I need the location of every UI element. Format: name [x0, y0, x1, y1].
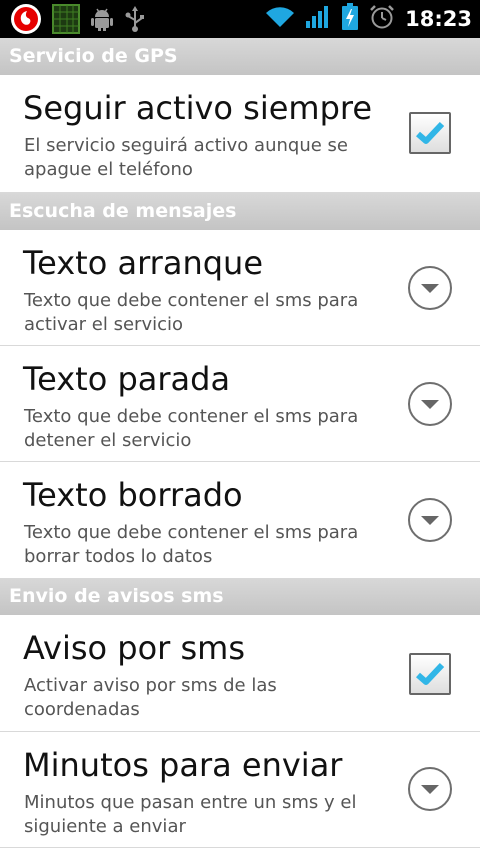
pref-title: Texto parada [23, 360, 231, 398]
section-header-mensajes: Escucha de mensajes [0, 193, 480, 230]
pref-texto-parada[interactable]: Texto parada Texto que debe contener el … [0, 346, 480, 462]
chevron-down-icon [421, 400, 439, 409]
pref-title: Texto borrado [23, 476, 243, 514]
checkmark-icon [416, 121, 445, 144]
chevron-down-icon [421, 284, 439, 293]
alarm-icon [369, 4, 395, 34]
pref-summary: Texto que debe contener el sms para acti… [24, 290, 359, 335]
pref-title: Aviso por sms [23, 629, 245, 667]
android-icon [90, 6, 114, 36]
pref-aviso-sms[interactable]: Aviso por sms Activar aviso por sms de l… [0, 615, 480, 732]
cell-signal-icon [305, 5, 331, 33]
pref-minutos-enviar[interactable]: Minutos para enviar Minutos que pasan en… [0, 732, 480, 848]
usb-icon [124, 5, 146, 37]
minutos-enviar-dropdown[interactable] [408, 767, 452, 811]
pref-summary: Activar aviso por sms de las coordenadas [24, 675, 277, 720]
chevron-down-icon [421, 785, 439, 794]
pref-summary: El servicio seguirá activo aunque se apa… [24, 135, 348, 180]
wifi-icon [265, 5, 295, 33]
aviso-sms-checkbox[interactable] [409, 653, 451, 695]
pref-texto-arranque[interactable]: Texto arranque Texto que debe contener e… [0, 230, 480, 346]
texto-borrado-dropdown[interactable] [408, 498, 452, 542]
pref-summary: Minutos que pasan entre un sms y el sigu… [24, 792, 357, 837]
status-bar: 18:23 [0, 0, 480, 38]
pref-summary: Texto que debe contener el sms para dete… [24, 406, 359, 451]
texto-parada-dropdown[interactable] [408, 382, 452, 426]
section-header-gps: Servicio de GPS [0, 38, 480, 75]
pref-texto-borrado[interactable]: Texto borrado Texto que debe contener el… [0, 462, 480, 578]
pref-title: Seguir activo siempre [23, 89, 373, 127]
status-clock: 18:23 [405, 7, 472, 31]
preferences-list: Servicio de GPS Seguir activo siempre El… [0, 38, 480, 848]
vodafone-logo-icon [10, 3, 42, 39]
pref-title: Texto arranque [23, 244, 263, 282]
pref-seguir-activo[interactable]: Seguir activo siempre El servicio seguir… [0, 75, 480, 193]
pref-title: Minutos para enviar [23, 746, 343, 784]
seguir-activo-checkbox[interactable] [409, 112, 451, 154]
signal-app-icon [52, 4, 80, 38]
texto-arranque-dropdown[interactable] [408, 266, 452, 310]
chevron-down-icon [421, 516, 439, 525]
battery-charging-icon [341, 3, 359, 35]
checkmark-icon [416, 662, 445, 685]
pref-summary: Texto que debe contener el sms para borr… [24, 522, 359, 567]
section-header-avisos: Envio de avisos sms [0, 578, 480, 615]
